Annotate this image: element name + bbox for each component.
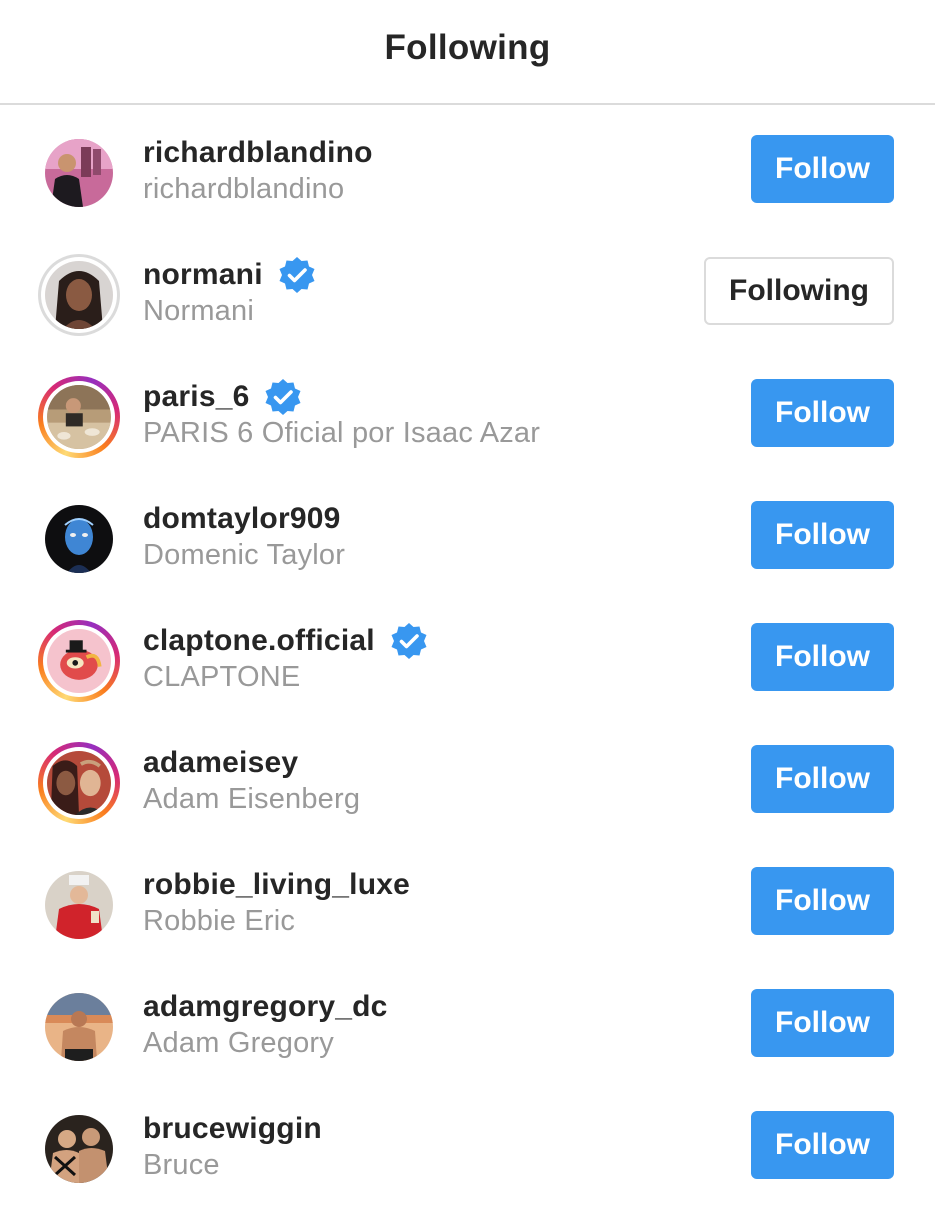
avatar-photo xyxy=(45,871,113,939)
avatar[interactable] xyxy=(45,139,113,207)
avatar[interactable] xyxy=(45,871,113,939)
verified-badge-icon xyxy=(263,377,303,417)
username[interactable]: brucewiggin xyxy=(143,1112,322,1146)
avatar-photo xyxy=(47,629,111,693)
list-item[interactable]: claptone.official CLAPTONE Follow xyxy=(0,595,935,717)
list-item[interactable]: paris_6 PARIS 6 Oficial por Isaac Azar F… xyxy=(0,351,935,473)
follow-button[interactable]: Follow xyxy=(751,1111,894,1179)
list-item[interactable]: richardblandino richardblandino Follow xyxy=(0,107,935,229)
avatar-photo xyxy=(45,261,113,329)
full-name: Bruce xyxy=(143,1149,220,1181)
avatar-photo xyxy=(45,1115,113,1183)
list-item[interactable]: adameisey Adam Eisenberg Follow xyxy=(0,717,935,839)
following-button[interactable]: Following xyxy=(704,257,894,325)
avatar[interactable] xyxy=(45,1115,113,1183)
follow-button[interactable]: Follow xyxy=(751,623,894,691)
full-name: CLAPTONE xyxy=(143,661,301,693)
avatar-photo xyxy=(47,751,111,815)
username[interactable]: normani xyxy=(143,258,263,292)
username[interactable]: paris_6 xyxy=(143,380,249,414)
username[interactable]: domtaylor909 xyxy=(143,502,340,536)
avatar[interactable] xyxy=(38,742,120,824)
full-name: PARIS 6 Oficial por Isaac Azar xyxy=(143,417,541,449)
follow-button[interactable]: Follow xyxy=(751,379,894,447)
avatar-photo xyxy=(45,993,113,1061)
follow-button[interactable]: Follow xyxy=(751,745,894,813)
full-name: Normani xyxy=(143,295,254,327)
username[interactable]: adamgregory_dc xyxy=(143,990,388,1024)
username[interactable]: richardblandino xyxy=(143,136,373,170)
full-name: Adam Gregory xyxy=(143,1027,334,1059)
list-item[interactable]: robbie_living_luxe Robbie Eric Follow xyxy=(0,839,935,961)
list-item[interactable]: brucewiggin Bruce Follow xyxy=(0,1083,935,1205)
follow-button[interactable]: Follow xyxy=(751,135,894,203)
full-name: Robbie Eric xyxy=(143,905,296,937)
verified-badge-icon xyxy=(277,255,317,295)
top-header: Following xyxy=(0,0,935,105)
username[interactable]: robbie_living_luxe xyxy=(143,868,410,902)
full-name: richardblandino xyxy=(143,173,345,205)
avatar-photo xyxy=(47,385,111,449)
avatar[interactable] xyxy=(45,993,113,1061)
avatar-photo xyxy=(45,139,113,207)
follow-button[interactable]: Follow xyxy=(751,501,894,569)
avatar[interactable] xyxy=(45,505,113,573)
verified-badge-icon xyxy=(389,621,429,661)
follow-button[interactable]: Follow xyxy=(751,989,894,1057)
avatar-photo xyxy=(45,505,113,573)
full-name: Adam Eisenberg xyxy=(143,783,361,815)
avatar[interactable] xyxy=(38,620,120,702)
list-item[interactable]: adamgregory_dc Adam Gregory Follow xyxy=(0,961,935,1083)
avatar[interactable] xyxy=(38,254,120,336)
page-title: Following xyxy=(384,28,551,67)
avatar[interactable] xyxy=(38,376,120,458)
list-item[interactable]: domtaylor909 Domenic Taylor Follow xyxy=(0,473,935,595)
username[interactable]: claptone.official xyxy=(143,624,375,658)
list-item[interactable]: normani Normani Following xyxy=(0,229,935,351)
full-name: Domenic Taylor xyxy=(143,539,346,571)
username[interactable]: adameisey xyxy=(143,746,298,780)
follow-button[interactable]: Follow xyxy=(751,867,894,935)
